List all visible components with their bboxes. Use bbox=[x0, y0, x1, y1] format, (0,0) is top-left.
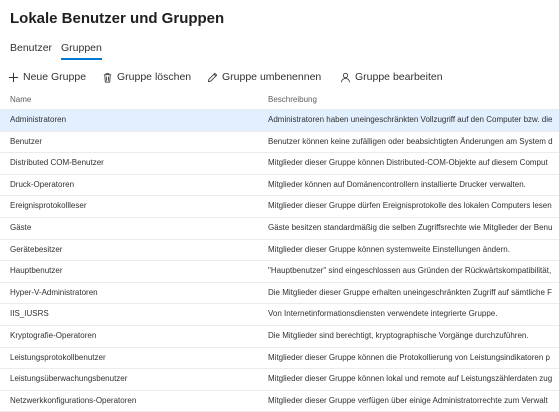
new-group-button[interactable]: Neue Gruppe bbox=[8, 69, 86, 85]
group-description-cell: Mitglieder dieser Gruppe können Distribu… bbox=[268, 158, 548, 168]
table-row[interactable]: Leistungsprotokollbenutzer Mitglieder die… bbox=[0, 348, 559, 370]
table-row[interactable]: Distributed COM-Benutzer Mitglieder diese… bbox=[0, 153, 559, 175]
group-name-cell: Leistungsprotokollbenutzer bbox=[10, 352, 106, 362]
group-name-cell: Leistungsüberwachungsbenutzer bbox=[10, 374, 128, 384]
group-description-cell: Mitglieder dieser Gruppe können die Prot… bbox=[268, 352, 550, 362]
table-row[interactable]: Druck-Operatoren Mitglieder können auf Do… bbox=[0, 175, 559, 197]
group-description-cell: Administratoren haben uneingeschränkten … bbox=[268, 115, 553, 124]
group-description-cell: Mitglieder dieser Gruppe können systemwe… bbox=[268, 244, 510, 254]
group-description-cell: Mitglieder dieser Gruppe verfügen über e… bbox=[268, 395, 548, 405]
tab-benutzer[interactable]: Benutzer bbox=[10, 42, 52, 54]
tab-label: Gruppen bbox=[61, 42, 102, 54]
table-row[interactable]: Ereignisprotokollleser Mitglieder dieser … bbox=[0, 196, 559, 218]
group-description-cell: Mitglieder dieser Gruppe dürfen Ereignis… bbox=[268, 201, 552, 211]
page-title: Lokale Benutzer und Gruppen bbox=[10, 10, 225, 27]
table-row[interactable]: Kryptografie-Operatoren Die Mitglieder si… bbox=[0, 326, 559, 348]
tab-label: Benutzer bbox=[10, 42, 53, 54]
group-name-cell: Distributed COM-Benutzer bbox=[10, 158, 104, 168]
active-tab-indicator bbox=[61, 58, 102, 60]
table-row[interactable]: Benutzer Benutzer können keine zufälligen… bbox=[0, 132, 559, 154]
tab-gruppen[interactable]: Gruppen bbox=[61, 42, 102, 60]
group-name-cell: Netzwerkkonfigurations-Operatoren bbox=[10, 395, 137, 405]
group-description-cell: Von Internetinformationsdiensten verwend… bbox=[268, 309, 498, 319]
group-description-cell: Mitglieder können auf Domänencontrollern… bbox=[268, 179, 526, 189]
edit-group-label: Gruppe bearbeiten bbox=[355, 71, 443, 83]
table-body: Administratoren Administratoren haben une… bbox=[0, 110, 559, 412]
plus-icon bbox=[8, 72, 19, 82]
group-description-cell: Benutzer können keine zufälligen oder be… bbox=[268, 136, 553, 146]
rename-group-label: Gruppe umbenennen bbox=[222, 71, 322, 83]
group-description-cell: Mitglieder dieser Gruppe können lokal un… bbox=[268, 374, 553, 384]
group-name-cell: Hauptbenutzer bbox=[10, 266, 63, 276]
group-name-cell: Hyper-V-Administratoren bbox=[10, 287, 98, 297]
column-header-description[interactable]: Beschreibung bbox=[268, 95, 317, 104]
group-description-cell: Die Mitglieder dieser Gruppe erhalten un… bbox=[268, 287, 552, 297]
group-name-cell: Gäste bbox=[10, 222, 32, 232]
group-name-cell: IIS_IUSRS bbox=[10, 309, 49, 319]
group-name-cell: Benutzer bbox=[10, 136, 43, 146]
group-name-cell: Administratoren bbox=[10, 115, 67, 124]
column-header-name[interactable]: Name bbox=[10, 95, 31, 104]
edit-group-button[interactable]: Gruppe bearbeiten bbox=[340, 69, 443, 85]
group-name-cell: Kryptografie-Operatoren bbox=[10, 330, 97, 340]
table-row[interactable]: Gäste Gäste besitzen standardmäßig die se… bbox=[0, 218, 559, 240]
rename-group-button[interactable]: Gruppe umbenennen bbox=[207, 69, 321, 85]
groups-table: Name Beschreibung Administratoren Adminis… bbox=[0, 92, 559, 412]
table-row[interactable]: Leistungsüberwachungsbenutzer Mitglieder … bbox=[0, 369, 559, 391]
delete-group-label: Gruppe löschen bbox=[117, 71, 192, 83]
person-icon bbox=[340, 72, 351, 82]
trash-icon bbox=[103, 72, 112, 82]
table-row[interactable]: Gerätebesitzer Mitglieder dieser Gruppe k… bbox=[0, 240, 559, 262]
table-row[interactable]: Hauptbenutzer "Hauptbenutzer" sind einges… bbox=[0, 261, 559, 283]
new-group-label: Neue Gruppe bbox=[23, 71, 87, 83]
delete-group-button[interactable]: Gruppe löschen bbox=[102, 69, 191, 85]
group-name-cell: Ereignisprotokollleser bbox=[10, 201, 87, 211]
table-row[interactable]: Netzwerkkonfigurations-Operatoren Mitglie… bbox=[0, 391, 559, 412]
table-header: Name Beschreibung bbox=[0, 92, 559, 110]
pencil-icon bbox=[207, 72, 218, 82]
table-row[interactable]: Hyper-V-Administratoren Die Mitglieder di… bbox=[0, 283, 559, 305]
table-row[interactable]: IIS_IUSRS Von Internetinformationsdienste… bbox=[0, 304, 559, 326]
table-row[interactable]: Administratoren Administratoren haben une… bbox=[0, 110, 559, 132]
group-description-cell: Gäste besitzen standardmäßig die selben … bbox=[268, 222, 553, 232]
group-description-cell: Die Mitglieder sind berechtigt, kryptogr… bbox=[268, 330, 529, 340]
group-name-cell: Gerätebesitzer bbox=[10, 244, 63, 254]
group-name-cell: Druck-Operatoren bbox=[10, 179, 75, 189]
group-description-cell: "Hauptbenutzer" sind eingeschlossen aus … bbox=[268, 266, 552, 276]
